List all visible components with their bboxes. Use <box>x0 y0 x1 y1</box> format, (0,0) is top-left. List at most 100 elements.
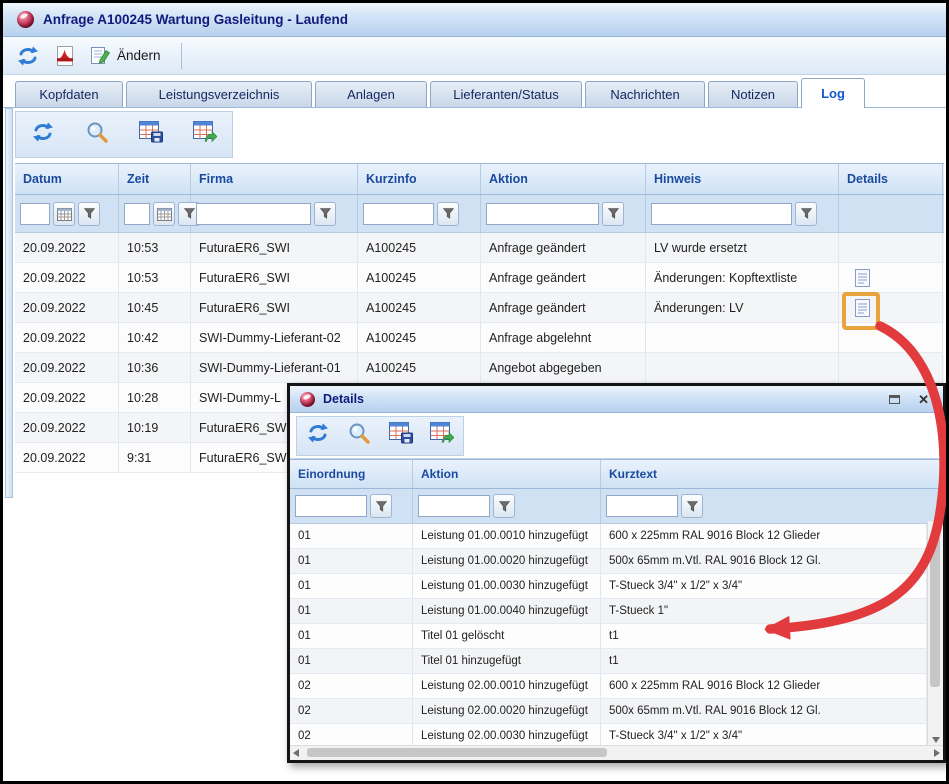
filter-input-zeit[interactable] <box>124 203 150 225</box>
cell-datum: 20.09.2022 <box>15 293 119 323</box>
datepicker-button-zeit[interactable] <box>153 202 175 226</box>
cell-aktion: Leistung 01.00.0020 hinzugefügt <box>413 549 601 574</box>
scroll-down-icon[interactable] <box>928 737 943 743</box>
vertical-scrollbar[interactable] <box>927 521 943 745</box>
search-button[interactable] <box>80 118 114 152</box>
column-header-aktion[interactable]: Aktion <box>413 460 601 488</box>
filter-button-firma[interactable] <box>314 202 336 226</box>
filter-button-kurzinfo[interactable] <box>437 202 459 226</box>
column-header-details[interactable]: Details <box>839 164 943 194</box>
details-filter-cell-kurztext <box>601 489 943 523</box>
column-header-zeit[interactable]: Zeit <box>119 164 191 194</box>
cell-hinweis <box>646 353 839 383</box>
tab-nachrichten[interactable]: Nachrichten <box>585 81 705 107</box>
close-icon[interactable]: ✕ <box>918 393 929 406</box>
tab-notizen[interactable]: Notizen <box>708 81 798 107</box>
details-table-row[interactable]: 01Leistung 01.00.0010 hinzugefügt600 x 2… <box>290 524 943 549</box>
details-filter-input-aktion[interactable] <box>418 495 490 517</box>
details-window: Details ✕ EinordnungAktionKurztext 01Lei… <box>287 383 946 763</box>
filter-button-datum[interactable] <box>78 202 100 226</box>
tab-log[interactable]: Log <box>801 78 865 108</box>
refresh-button[interactable] <box>26 118 60 152</box>
cell-einordnung: 02 <box>290 699 413 724</box>
column-header-kurzinfo[interactable]: Kurzinfo <box>358 164 481 194</box>
change-button[interactable]: Ändern <box>91 47 161 65</box>
filter-input-datum[interactable] <box>20 203 50 225</box>
table-export-button[interactable] <box>188 118 222 152</box>
table-save-button[interactable] <box>134 118 168 152</box>
cell-aktion: Leistung 01.00.0040 hinzugefügt <box>413 599 601 624</box>
cell-kurztext: t1 <box>601 649 927 674</box>
edit-icon <box>91 47 111 65</box>
search-button[interactable] <box>342 419 376 453</box>
datepicker-button-datum[interactable] <box>53 202 75 226</box>
search-icon <box>86 121 108 148</box>
details-table-row[interactable]: 01Titel 01 gelöschtt1 <box>290 624 943 649</box>
filter-input-firma[interactable] <box>196 203 311 225</box>
cell-einordnung: 01 <box>290 599 413 624</box>
table-row[interactable]: 20.09.202210:42SWI-Dummy-Lieferant-02A10… <box>15 323 944 353</box>
refresh-icon[interactable] <box>17 46 39 66</box>
details-table-row[interactable]: 01Leistung 01.00.0030 hinzugefügtT-Stuec… <box>290 574 943 599</box>
details-table-row[interactable]: 01Leistung 01.00.0020 hinzugefügt500x 65… <box>290 549 943 574</box>
details-filter-button-kurztext[interactable] <box>681 494 703 518</box>
details-filter-input-kurztext[interactable] <box>606 495 678 517</box>
filter-button-hinweis[interactable] <box>795 202 817 226</box>
table-row[interactable]: 20.09.202210:45FuturaER6_SWIA100245Anfra… <box>15 293 944 323</box>
details-table-row[interactable]: 01Titel 01 hinzugefügtt1 <box>290 649 943 674</box>
cell-datum: 20.09.2022 <box>15 323 119 353</box>
tab-lieferanten-status[interactable]: Lieferanten/Status <box>430 81 582 107</box>
table-row[interactable]: 20.09.202210:36SWI-Dummy-Lieferant-01A10… <box>15 353 944 383</box>
cell-kurzinfo: A100245 <box>358 293 481 323</box>
horizontal-scrollbar[interactable] <box>290 745 943 760</box>
tab-anlagen[interactable]: Anlagen <box>315 81 427 107</box>
scroll-left-icon[interactable] <box>293 746 299 760</box>
search-icon <box>348 422 370 449</box>
document-icon[interactable] <box>855 269 870 287</box>
vertical-scroll-thumb[interactable] <box>930 537 940 687</box>
column-header-aktion[interactable]: Aktion <box>481 164 646 194</box>
annotation-highlight-box <box>842 292 880 330</box>
window-title: Anfrage A100245 Wartung Gasleitung - Lau… <box>43 12 348 27</box>
column-header-einordnung[interactable]: Einordnung <box>290 460 413 488</box>
cell-kurzinfo: A100245 <box>358 233 481 263</box>
details-filter-input-einordnung[interactable] <box>295 495 367 517</box>
details-filter-button-einordnung[interactable] <box>370 494 392 518</box>
details-table-row[interactable]: 02Leistung 02.00.0020 hinzugefügt500x 65… <box>290 699 943 724</box>
cell-aktion: Titel 01 gelöscht <box>413 624 601 649</box>
cell-aktion: Leistung 01.00.0010 hinzugefügt <box>413 524 601 549</box>
column-header-datum[interactable]: Datum <box>15 164 119 194</box>
table-export-button[interactable] <box>425 419 459 453</box>
scroll-right-icon[interactable] <box>934 746 940 760</box>
details-table-header: EinordnungAktionKurztext <box>290 459 943 489</box>
pdf-icon[interactable] <box>55 46 75 66</box>
tab-leistungsverzeichnis[interactable]: Leistungsverzeichnis <box>126 81 312 107</box>
table-row[interactable]: 20.09.202210:53FuturaER6_SWIA100245Anfra… <box>15 233 944 263</box>
maximize-icon[interactable] <box>889 395 900 404</box>
cell-kurztext: T-Stueck 3/4" x 1/2" x 3/4" <box>601 574 927 599</box>
details-table-row[interactable]: 01Leistung 01.00.0040 hinzugefügtT-Stuec… <box>290 599 943 624</box>
details-table: EinordnungAktionKurztext 01Leistung 01.0… <box>290 459 943 749</box>
column-header-kurztext[interactable]: Kurztext <box>601 460 943 488</box>
filter-input-hinweis[interactable] <box>651 203 792 225</box>
table-row[interactable]: 20.09.202210:53FuturaER6_SWIA100245Anfra… <box>15 263 944 293</box>
refresh-button[interactable] <box>301 419 335 453</box>
details-table-row[interactable]: 02Leistung 02.00.0010 hinzugefügt600 x 2… <box>290 674 943 699</box>
filter-input-aktion[interactable] <box>486 203 599 225</box>
cell-einordnung: 01 <box>290 524 413 549</box>
log-toolbar <box>15 111 233 158</box>
screenshot: Anfrage A100245 Wartung Gasleitung - Lau… <box>0 0 949 784</box>
tab-kopfdaten[interactable]: Kopfdaten <box>15 81 123 107</box>
filter-button-aktion[interactable] <box>602 202 624 226</box>
column-header-firma[interactable]: Firma <box>191 164 358 194</box>
column-header-hinweis[interactable]: Hinweis <box>646 164 839 194</box>
horizontal-scroll-thumb[interactable] <box>307 748 607 757</box>
cell-einordnung: 01 <box>290 624 413 649</box>
cell-hinweis <box>646 323 839 353</box>
table-save-button[interactable] <box>384 419 418 453</box>
cell-kurztext: 600 x 225mm RAL 9016 Block 12 Glieder <box>601 674 927 699</box>
filter-input-kurzinfo[interactable] <box>363 203 434 225</box>
details-filter-button-aktion[interactable] <box>493 494 515 518</box>
scroll-up-icon[interactable] <box>928 523 943 529</box>
details-window-title: Details <box>323 392 364 406</box>
